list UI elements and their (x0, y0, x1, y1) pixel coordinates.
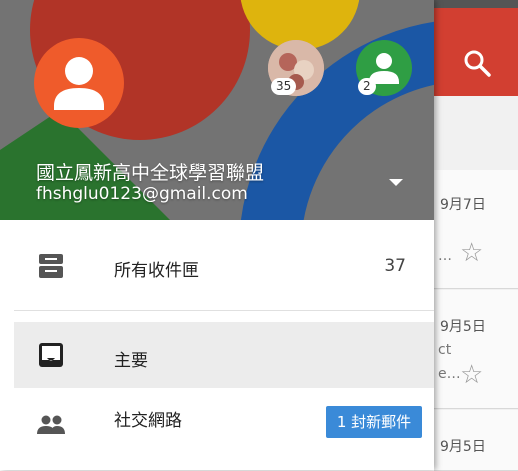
unread-count-badge: 35 (271, 78, 297, 95)
unread-count: 37 (384, 256, 406, 276)
search-icon[interactable] (462, 48, 492, 78)
drawer-item-all-inboxes[interactable]: 所有收件匣 37 (0, 222, 434, 310)
drawer-item-primary[interactable]: 主要 (14, 322, 434, 388)
person-icon (54, 57, 104, 110)
people-icon (37, 415, 65, 434)
divider (14, 310, 434, 311)
secondary-account-avatar[interactable]: 2 (356, 40, 412, 96)
drawer-item-label: 所有收件匣 (114, 261, 199, 281)
account-header[interactable]: 35 2 國立鳳新高中全球學習聯盟 fhshglu0123@gmail.com (0, 0, 434, 220)
mail-row[interactable]: 9月7日 … ☆ (434, 170, 518, 289)
star-icon[interactable]: ☆ (460, 362, 483, 388)
mail-snippet-line: ct (438, 342, 452, 358)
mail-snippet: … (438, 248, 452, 264)
mail-date: 9月7日 (440, 197, 486, 213)
unread-count-badge: 2 (358, 78, 376, 95)
navigation-drawer: 35 2 國立鳳新高中全球學習聯盟 fhshglu0123@gmail.com … (0, 0, 434, 470)
mail-row[interactable]: 9月5日 (434, 410, 518, 471)
drawer-item-label: 社交網路 (114, 411, 182, 431)
new-mail-chip: 1 封新郵件 (326, 406, 422, 438)
drawer-item-label: 主要 (114, 351, 148, 371)
all-inboxes-icon (39, 254, 63, 278)
mail-snippet: e… (438, 366, 461, 382)
star-icon[interactable]: ☆ (460, 240, 483, 266)
secondary-account-avatar[interactable]: 35 (268, 40, 324, 96)
account-avatar[interactable] (34, 38, 124, 128)
inbox-icon (39, 343, 63, 367)
account-name: 國立鳳新高中全球學習聯盟 (36, 162, 265, 184)
account-dropdown-icon[interactable] (384, 172, 408, 192)
account-email: fhshglu0123@gmail.com (36, 184, 248, 204)
mail-date: 9月5日 (440, 439, 486, 455)
mail-date: 9月5日 (440, 319, 486, 335)
mail-row[interactable]: 9月5日 ct e… ☆ (434, 290, 518, 409)
